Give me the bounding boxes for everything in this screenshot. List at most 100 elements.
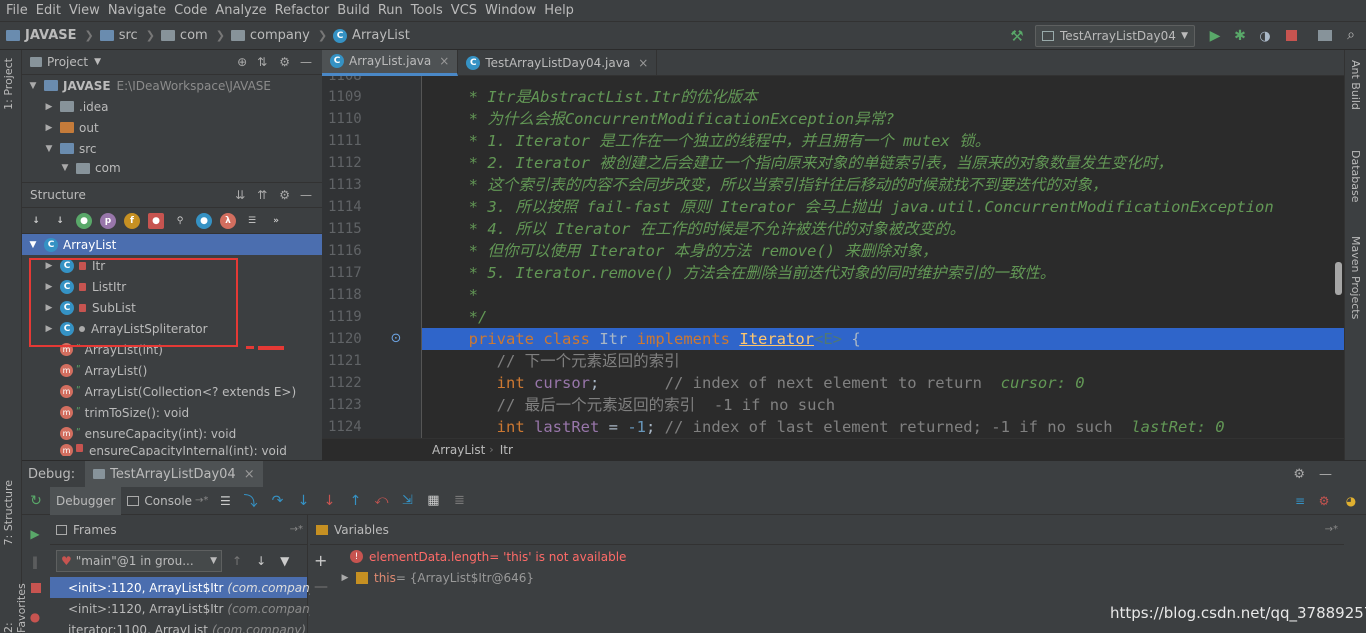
search-icon[interactable]: ⌕ <box>1342 26 1360 44</box>
tool-tab-structure[interactable]: 7: Structure <box>2 480 15 545</box>
structure-item-member[interactable]: m ensureCapacityInternal(int): void <box>22 444 322 456</box>
structure-item-member[interactable]: mʺ ensureCapacity(int): void <box>22 423 322 444</box>
menu-tools[interactable]: Tools <box>409 1 449 21</box>
menu-vcs[interactable]: VCS <box>449 1 483 21</box>
more-icon[interactable]: » <box>268 213 284 229</box>
show-non-public-icon[interactable]: ● <box>148 212 164 229</box>
debug-icon[interactable]: ✱ <box>1231 27 1249 45</box>
tree-item-com[interactable]: ▼ com <box>22 159 322 177</box>
gear-icon[interactable]: ⚙ <box>1293 467 1305 482</box>
tool-tab-favorites[interactable]: 2: Favorites <box>2 570 28 633</box>
editor-scrollbar[interactable] <box>1335 262 1342 295</box>
debug-session-tab[interactable]: TestArrayListDay04 × <box>85 460 263 488</box>
pause-icon[interactable]: ‖ <box>26 553 44 571</box>
collapse-icon[interactable]: ⇅ <box>257 55 267 69</box>
pin-icon[interactable]: →* <box>1325 524 1338 535</box>
implements-marker-icon[interactable]: ⊙ <box>388 330 404 346</box>
step-out-icon[interactable]: ↑ <box>342 493 368 509</box>
close-icon[interactable]: × <box>244 467 255 482</box>
show-inherited-icon[interactable]: ⚲ <box>172 213 188 229</box>
breadcrumb-inner-class[interactable]: Itr <box>500 443 513 457</box>
breadcrumb-class[interactable]: C ArrayList <box>333 28 410 43</box>
project-structure-icon[interactable] <box>1318 30 1332 41</box>
arrow-down-icon[interactable]: ↓ <box>256 554 266 568</box>
target-icon[interactable]: ⊕ <box>237 55 247 69</box>
force-step-into-icon[interactable]: ↓ <box>316 493 342 509</box>
tab-debugger[interactable]: Debugger <box>50 486 122 515</box>
structure-item-member[interactable]: mʺ trimToSize(): void <box>22 402 322 423</box>
resume-icon[interactable]: ▶ <box>26 525 44 543</box>
sort-visibility-icon[interactable]: ↓ <box>28 213 44 229</box>
show-anonymous-icon[interactable]: ● <box>196 212 212 229</box>
structure-item-member[interactable]: mʺ ArrayList() <box>22 360 322 381</box>
breadcrumb-src[interactable]: src <box>99 28 138 43</box>
breadcrumb-project[interactable]: JAVASE <box>6 28 77 43</box>
tree-item-idea[interactable]: ▶ .idea <box>22 96 322 117</box>
variable-row-this[interactable]: ▶ this = {ArrayList$Itr@646} <box>310 567 1344 588</box>
variable-row-error[interactable]: ! elementData.length = 'this' is not ava… <box>310 546 1344 567</box>
menu-refactor[interactable]: Refactor <box>273 1 336 21</box>
tree-item-root[interactable]: ▼ JAVASE E:\IDeaWorkspace\JAVASE <box>22 75 322 96</box>
arrow-up-icon[interactable]: ↑ <box>232 554 242 568</box>
menu-navigate[interactable]: Navigate <box>106 1 172 21</box>
tree-item-src[interactable]: ▼ src <box>22 138 322 159</box>
pin-icon[interactable]: →* <box>290 524 303 535</box>
breadcrumb-class[interactable]: ArrayList <box>432 443 485 457</box>
run-icon[interactable]: ▶ <box>1206 27 1224 45</box>
menu-code[interactable]: Code <box>172 1 213 21</box>
filter-icon[interactable]: ▼ <box>280 554 289 568</box>
hide-icon[interactable]: — <box>300 55 312 69</box>
tool-tab-maven[interactable]: Maven Projects <box>1349 236 1362 319</box>
view-breakpoints-icon[interactable]: ● <box>26 608 44 626</box>
add-watch-icon[interactable]: + <box>314 551 327 570</box>
restore-layout-icon[interactable]: ≡ <box>1288 494 1312 508</box>
menu-lines-icon[interactable]: ☰ <box>214 494 236 508</box>
close-icon[interactable]: × <box>638 56 648 70</box>
breadcrumb-com[interactable]: com <box>160 28 208 43</box>
show-properties-icon[interactable]: ● <box>76 212 92 229</box>
chevron-down-icon[interactable]: ▼ <box>94 57 101 67</box>
autoscroll-icon[interactable]: ☰ <box>244 213 260 229</box>
menu-build[interactable]: Build <box>335 1 376 21</box>
frame-item[interactable]: <init>:1120, ArrayList$Itr (com.company) <box>50 577 322 598</box>
menu-run[interactable]: Run <box>376 1 409 21</box>
frame-item[interactable]: <init>:1120, ArrayList$Itr (com.company) <box>50 598 322 619</box>
structure-item-member[interactable]: mʺ ArrayList(Collection<? extends E>) <box>22 381 322 402</box>
show-lambdas-icon[interactable]: λ <box>220 212 236 229</box>
run-config-select[interactable]: TestArrayListDay04 ▼ <box>1035 25 1195 47</box>
coverage-icon[interactable]: ◑ <box>1256 27 1274 45</box>
drop-frame-icon[interactable]: ⤺ <box>368 493 394 508</box>
menu-edit[interactable]: Edit <box>34 1 67 21</box>
thread-select[interactable]: ♥ "main"@1 in grou... ▼ <box>56 550 222 572</box>
show-execution-point-icon[interactable]: ⤵ <box>236 491 264 511</box>
step-into-icon[interactable]: ↓ <box>290 493 316 509</box>
step-over-icon[interactable]: ↷ <box>264 493 290 509</box>
settings-icon[interactable]: ⚙ <box>1312 494 1336 508</box>
tab-testarraylist-java[interactable]: C TestArrayListDay04.java × <box>458 49 658 76</box>
tool-tab-ant-build[interactable]: Ant Build <box>1349 60 1362 110</box>
tab-arraylist-java[interactable]: C ArrayList.java × <box>322 49 459 76</box>
breadcrumb-company[interactable]: company <box>230 28 310 43</box>
trace-icon[interactable]: ≣ <box>446 493 472 508</box>
sort-alpha-icon[interactable]: ↓ <box>52 213 68 229</box>
remove-watch-icon[interactable]: — <box>314 579 328 595</box>
menu-help[interactable]: Help <box>542 1 580 21</box>
gear-icon[interactable]: ⚙ <box>279 188 290 202</box>
close-icon[interactable]: × <box>439 54 449 68</box>
menu-analyze[interactable]: Analyze <box>213 1 272 21</box>
run-to-cursor-icon[interactable]: ⇲ <box>394 493 420 508</box>
tab-console[interactable]: Console →* <box>121 487 214 515</box>
frame-item[interactable]: iterator:1100, ArrayList (com.company) <box>50 619 307 633</box>
build-hammer-icon[interactable]: ⚒ <box>1008 27 1026 45</box>
tool-tab-project[interactable]: 1: Project <box>2 58 15 110</box>
expand-all-icon[interactable]: ⇊ <box>235 188 245 202</box>
menu-window[interactable]: Window <box>483 1 542 21</box>
menu-file[interactable]: File <box>4 1 34 21</box>
code-editor[interactable]: 1108 * Itr是AbstractList.Itr的优化版本 * 为什么会报… <box>322 76 1344 438</box>
evaluate-expression-icon[interactable]: ▦ <box>420 493 446 508</box>
rerun-icon[interactable]: ↻ <box>22 493 50 509</box>
gear-icon[interactable]: ⚙ <box>279 55 290 69</box>
stop-icon[interactable] <box>1286 30 1297 41</box>
tool-tab-database[interactable]: Database <box>1349 150 1362 203</box>
show-fields-icon[interactable]: f <box>124 212 140 229</box>
